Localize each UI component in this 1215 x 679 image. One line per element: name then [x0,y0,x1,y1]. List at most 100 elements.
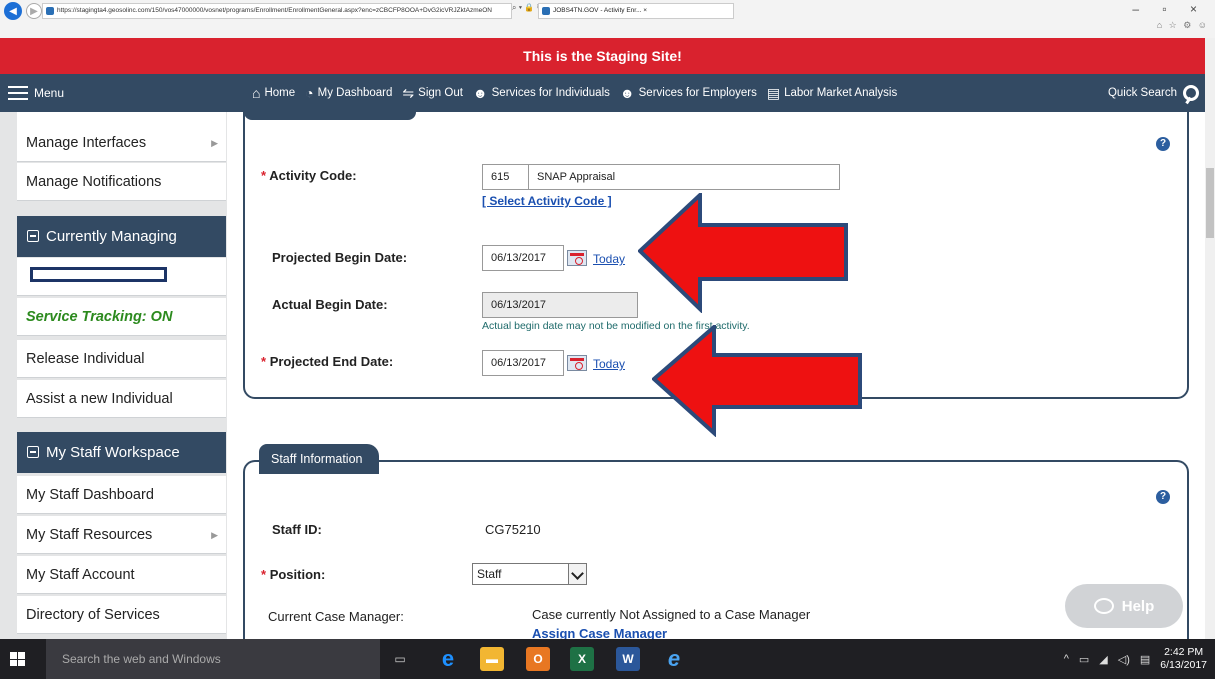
clock-date: 6/13/2017 [1160,659,1207,671]
back-button-icon[interactable]: ◀ [4,2,22,20]
address-bar[interactable]: https://stagingta4.geosolinc.com/150/vos… [42,3,512,19]
service-tracking-status: Service Tracking: ON [26,309,173,325]
nav-services-individuals[interactable]: ☻ Services for Individuals [473,85,610,101]
projected-begin-input[interactable]: 06/13/2017 [482,245,564,271]
menu-button[interactable]: Menu [8,74,64,112]
sidebar-item-label: My Staff Dashboard [26,487,154,503]
browser-favorites-icons[interactable]: ⌂ ☆ ⚙ ☺ [1157,20,1209,31]
nav-home-label: Home [264,87,296,99]
help-question-icon[interactable]: ? [1156,137,1170,151]
redacted-name-box [30,267,167,282]
activity-code-input[interactable]: 615 [482,164,530,190]
person-icon: ☻ [472,85,488,101]
word-icon[interactable]: W [616,647,640,671]
sidebar-item-release-individual[interactable]: Release Individual [17,340,226,378]
home-icon: ⌂ [252,85,261,101]
nav-home[interactable]: ⌂ Home [252,85,295,101]
red-arrow-annotation-end [652,325,862,437]
staging-banner: This is the Staging Site! [0,38,1205,74]
sidebar-item-label: Directory of Services [26,607,160,623]
projected-end-label-text: Projected End Date: [269,354,394,369]
nav-labor-market[interactable]: ▤ Labor Market Analysis [767,85,897,102]
system-tray: ^ ▭ ◢ ◁) ▤ 2:42 PM 6/13/2017 [1064,639,1207,679]
nav-sign-out[interactable]: ⇋ Sign Out [402,85,462,102]
sidebar-item-manage-notifications[interactable]: Manage Notifications [17,163,226,201]
forward-button-icon[interactable]: ▶ [26,3,42,19]
nav-sign-out-label: Sign Out [418,87,463,99]
red-arrow-shape [652,325,862,437]
battery-icon[interactable]: ▭ [1079,653,1089,666]
sidebar-item-manage-interfaces[interactable]: Manage Interfaces ▶ [17,124,226,162]
browser-tab-title: JOBS4TN.GOV - Activity Enr... × [553,7,648,14]
sidebar-item-label: Manage Interfaces [26,135,147,151]
sidebar-item-directory-of-services[interactable]: Directory of Services [17,596,226,634]
volume-icon[interactable]: ◁) [1118,653,1130,666]
sidebar-section-label: My Staff Workspace [46,444,180,461]
nav-my-dashboard[interactable]: ◔ My Dashboard [305,85,392,101]
position-select[interactable]: Staff [472,563,587,585]
assign-case-manager-link[interactable]: Assign Case Manager [532,626,667,639]
nav-labor-market-label: Labor Market Analysis [784,87,898,99]
tray-up-arrow-icon[interactable]: ^ [1064,653,1069,665]
sidebar-item-label: Release Individual [26,351,145,367]
staff-id-label: Staff ID: [272,522,322,537]
scrollbar-thumb[interactable] [1206,168,1214,238]
red-arrow-shape [638,193,848,313]
actual-begin-label: Actual Begin Date: [272,297,388,312]
site-icon [46,7,54,15]
sidebar-section-my-staff-workspace[interactable]: My Staff Workspace [17,432,226,473]
projected-end-today-link[interactable]: Today [593,357,625,371]
taskbar-search-box[interactable]: Search the web and Windows [46,639,380,679]
calendar-icon[interactable] [567,250,587,266]
quick-search-button[interactable]: Quick Search [1108,74,1199,112]
group-icon: ☻ [619,85,635,101]
help-question-icon[interactable]: ? [1156,490,1170,504]
sidebar-item-label: Manage Notifications [26,174,162,190]
search-icon [1183,85,1199,101]
collapse-icon [27,446,39,458]
select-activity-code-link[interactable]: [ Select Activity Code ] [482,194,612,208]
task-view-icon[interactable]: ▭ [388,647,412,671]
sidebar-item-assist-new[interactable]: Assist a new Individual [17,380,226,418]
activity-code-description: SNAP Appraisal [528,164,840,190]
clock-time: 2:42 PM [1164,646,1204,658]
browser-chrome: ◀ ▶ https://stagingta4.geosolinc.com/150… [0,0,1215,38]
internet-explorer-icon[interactable]: e [662,647,686,671]
help-chat-button[interactable]: Help [1065,584,1183,628]
chevron-right-icon: ▶ [211,138,218,148]
chat-bubble-icon [1093,598,1114,614]
help-button-label: Help [1121,597,1155,615]
windows-start-icon[interactable] [10,652,25,666]
position-selected-value: Staff [477,567,502,581]
address-bar-url: https://stagingta4.geosolinc.com/150/vos… [57,7,492,14]
position-label-text: Position: [269,567,326,582]
sidebar-section-label: Currently Managing [46,228,177,245]
sidebar-item-my-staff-dashboard[interactable]: My Staff Dashboard [17,476,226,514]
taskbar-clock[interactable]: 2:42 PM 6/13/2017 [1160,646,1207,672]
activity-code-label: * Activity Code: [261,168,357,183]
activity-code-label-text: Activity Code: [269,168,357,183]
calendar-icon[interactable] [567,355,587,371]
browser-tab[interactable]: JOBS4TN.GOV - Activity Enr... × [538,3,734,19]
sidebar-item-service-tracking[interactable]: Service Tracking: ON [17,298,226,336]
projected-begin-today-link[interactable]: Today [593,252,625,266]
file-explorer-icon[interactable]: ▬ [480,647,504,671]
window-controls[interactable]: – ▫ × [1132,2,1207,16]
dashboard-icon: ◔ [305,85,314,101]
outlook-icon[interactable]: O [526,647,550,671]
sidebar-item-my-staff-resources[interactable]: My Staff Resources ▶ [17,516,226,554]
projected-end-input[interactable]: 06/13/2017 [482,350,564,376]
excel-icon[interactable]: X [570,647,594,671]
nav-services-employers-label: Services for Employers [638,87,757,99]
edge-browser-icon[interactable]: e [436,647,460,671]
notifications-icon[interactable]: ▤ [1140,653,1150,666]
page-scrollbar[interactable] [1205,38,1215,639]
wifi-icon[interactable]: ◢ [1099,653,1107,666]
chart-icon: ▤ [766,84,781,101]
collapse-icon [27,230,39,242]
hamburger-icon [8,86,28,100]
actual-begin-input: 06/13/2017 [482,292,638,318]
sidebar-section-currently-managing[interactable]: Currently Managing [17,216,226,257]
nav-services-employers[interactable]: ☻ Services for Employers [620,85,757,101]
sidebar-item-my-staff-account[interactable]: My Staff Account [17,556,226,594]
